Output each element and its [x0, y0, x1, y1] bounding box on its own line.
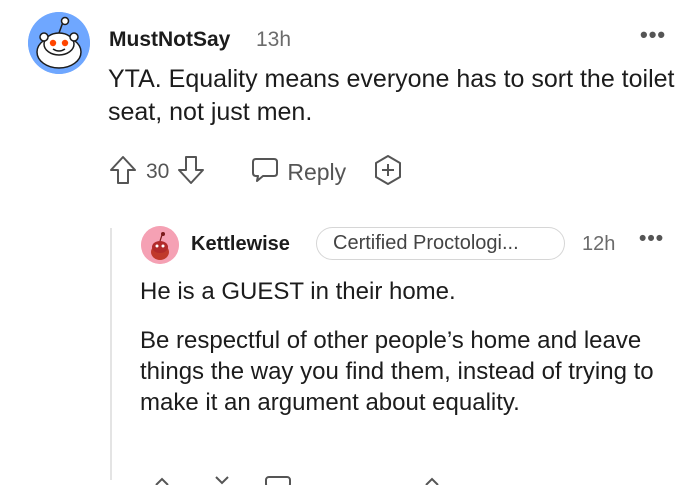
reply-timestamp: 12h	[582, 233, 616, 255]
snoo-avatar-icon	[141, 226, 179, 264]
more-options-icon[interactable]: •••	[639, 227, 664, 251]
vote-count: 30	[146, 160, 170, 183]
comment-author[interactable]: MustNotSay	[109, 28, 230, 52]
reply-paragraph: He is a GUEST in their home.	[140, 278, 456, 305]
thread-line[interactable]	[110, 228, 112, 480]
user-flair: Certified Proctologi...	[316, 227, 565, 260]
reply-label: Reply	[287, 158, 347, 185]
arrow-down-icon[interactable]	[176, 154, 206, 191]
reply-avatar[interactable]	[141, 226, 179, 264]
award-plus-icon	[372, 154, 404, 191]
award-button[interactable]	[372, 154, 404, 191]
avatar[interactable]	[28, 12, 90, 74]
reply-paragraph: Be respectful of other people’s home and…	[140, 327, 654, 416]
reply-button[interactable]: Reply	[250, 155, 346, 190]
reply-author[interactable]: Kettlewise	[191, 233, 290, 256]
speech-bubble-icon	[250, 155, 280, 190]
comment-timestamp: 13h	[256, 28, 292, 51]
arrow-up-icon[interactable]	[108, 154, 138, 191]
comment-body: YTA. Equality means everyone has to sort…	[108, 65, 675, 126]
reply-actions-cutoff	[146, 472, 546, 488]
comment-actions: 30 Reply	[108, 152, 404, 192]
more-options-icon[interactable]: •••	[640, 22, 666, 48]
snoo-avatar-icon	[28, 12, 90, 74]
